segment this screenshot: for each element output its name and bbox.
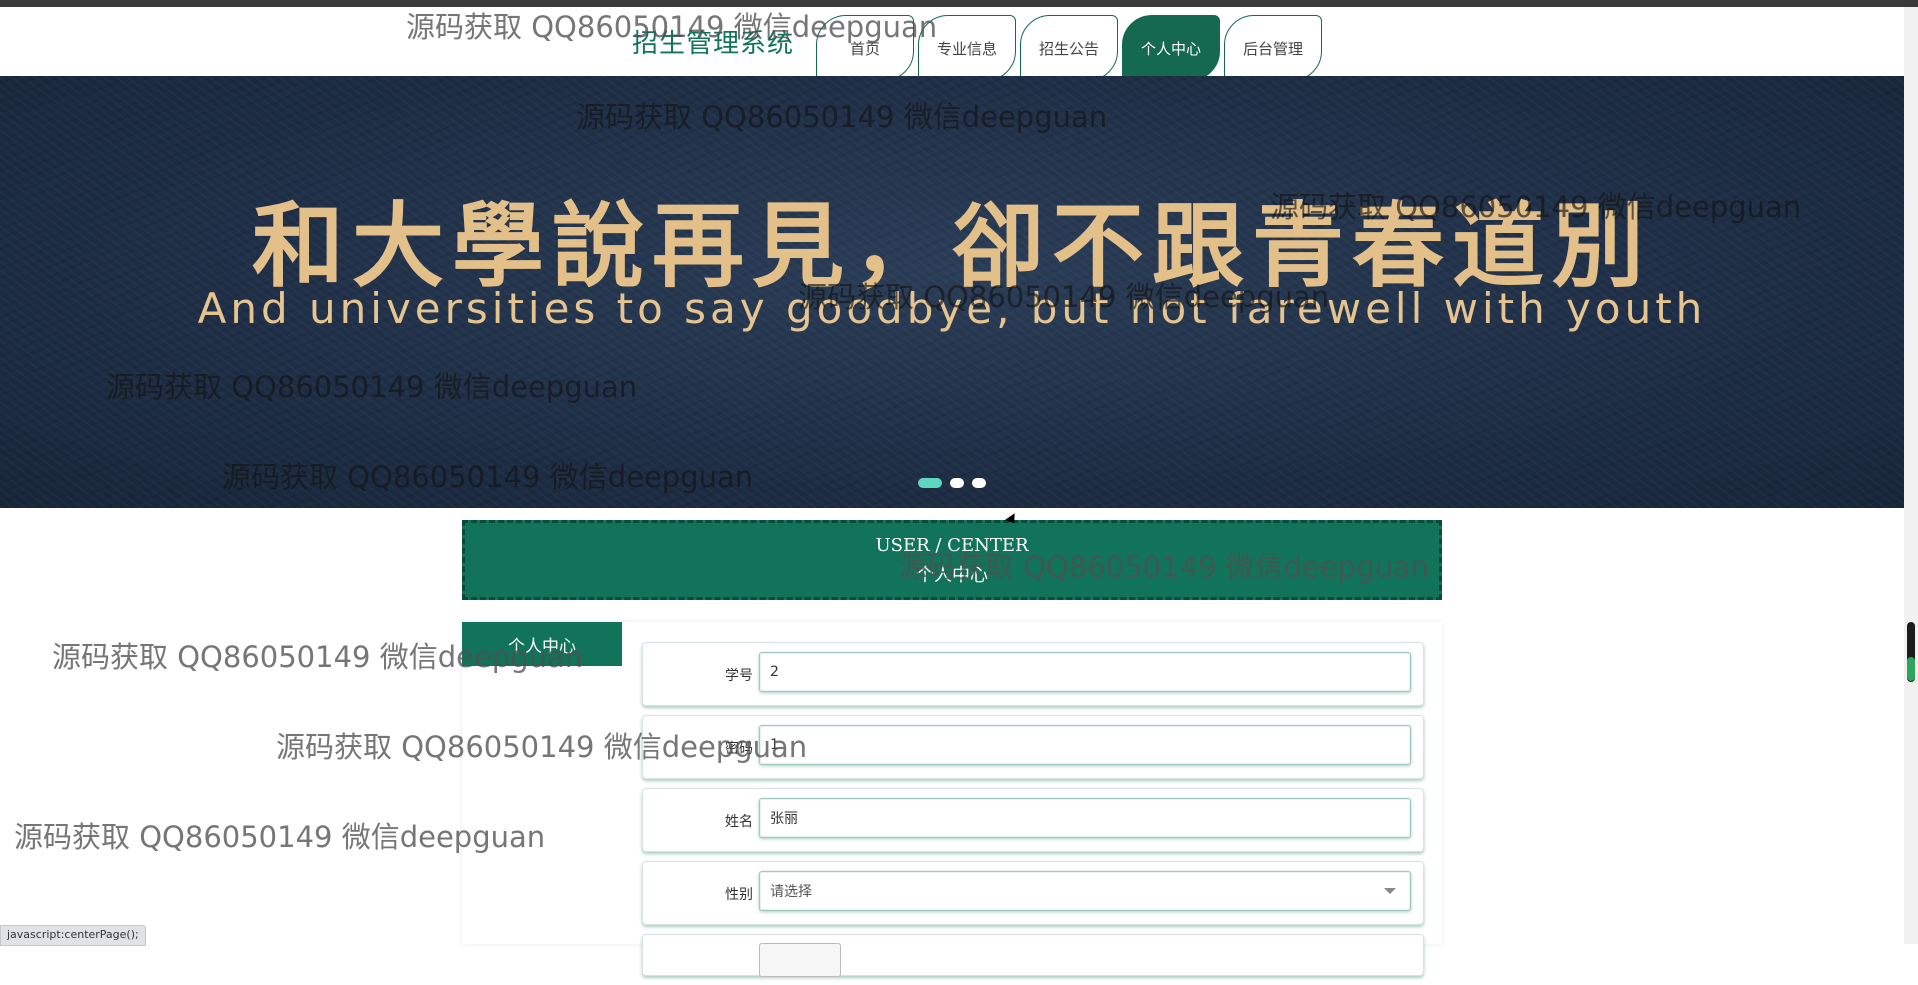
carousel-dots — [918, 478, 986, 488]
form-row-photo — [642, 934, 1424, 977]
gender-label: 性别 — [725, 887, 753, 903]
nav-item-home[interactable]: 首页 — [816, 15, 914, 81]
section-title-cn: 个人中心 — [916, 565, 988, 586]
user-center-panel: 个人中心 学号 密码 姓名 性别 请选择 — [462, 622, 1442, 977]
password-label: 密码 — [725, 741, 753, 757]
nav-item-user-center[interactable]: 个人中心 — [1122, 15, 1220, 81]
nav-item-announcements[interactable]: 招生公告 — [1020, 15, 1118, 81]
name-input[interactable] — [759, 798, 1411, 838]
name-label: 姓名 — [725, 814, 753, 830]
form-row-student-id: 学号 — [642, 642, 1424, 706]
section-title-en: USER / CENTER — [875, 535, 1029, 556]
page-scrollbar[interactable] — [1904, 7, 1918, 944]
form-row-password: 密码 — [642, 715, 1424, 779]
nav-item-admin[interactable]: 后台管理 — [1224, 15, 1322, 81]
main-nav: 首页 专业信息 招生公告 个人中心 后台管理 — [816, 15, 1326, 83]
site-brand[interactable]: 招生管理系统 — [632, 23, 794, 60]
profile-form: 学号 密码 姓名 性别 请选择 — [642, 642, 1424, 985]
nav-item-majors[interactable]: 专业信息 — [918, 15, 1016, 81]
form-row-name: 姓名 — [642, 788, 1424, 852]
chevron-down-icon — [1384, 888, 1396, 894]
photo-thumbnail[interactable] — [759, 943, 841, 977]
carousel-dot-3[interactable] — [972, 478, 986, 488]
section-title: USER / CENTER 个人中心 — [462, 520, 1442, 600]
carousel-dot-2[interactable] — [950, 478, 964, 488]
student-id-label: 学号 — [725, 668, 753, 684]
carousel-dot-1[interactable] — [918, 478, 942, 488]
password-input[interactable] — [759, 725, 1411, 765]
browser-top-border — [0, 0, 1918, 7]
scrollbar-thumb-accent — [1907, 657, 1915, 681]
browser-status-bar: javascript:centerPage(); — [0, 925, 146, 946]
sidebar-item-user-center[interactable]: 个人中心 — [462, 622, 622, 666]
hero-banner[interactable]: 和大學說再見，卻不跟青春道別 And universities to say g… — [0, 76, 1904, 508]
student-id-input[interactable] — [759, 652, 1411, 692]
site-header: 招生管理系统 首页 专业信息 招生公告 个人中心 后台管理 — [0, 7, 1904, 81]
banner-title-en: And universities to say goodbye, but not… — [197, 284, 1707, 333]
form-row-gender: 性别 请选择 — [642, 861, 1424, 925]
gender-select-value: 请选择 — [770, 884, 812, 900]
gender-select[interactable]: 请选择 — [759, 871, 1411, 911]
